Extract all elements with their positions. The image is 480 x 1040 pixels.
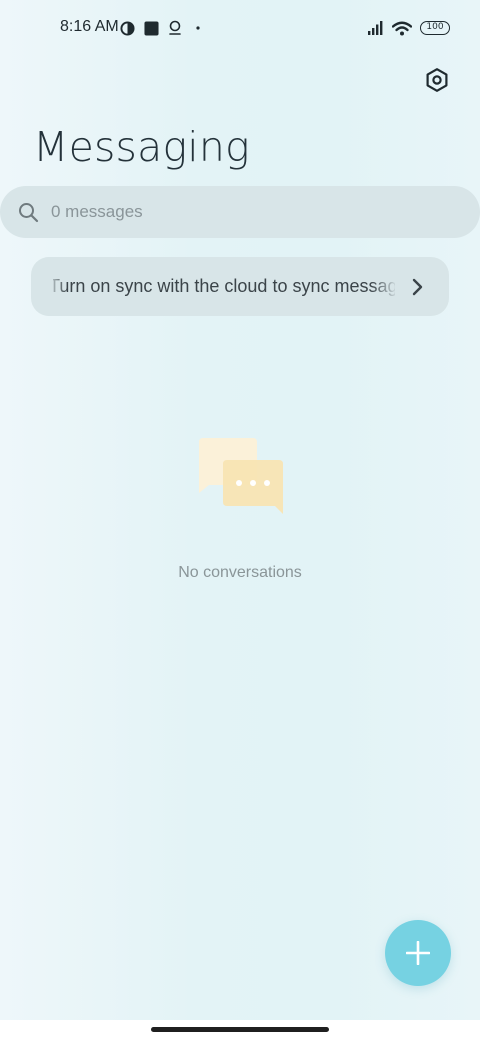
search-bar[interactable]: [0, 186, 480, 238]
signal-icon: [368, 21, 383, 35]
hexagon-settings-icon: [426, 68, 448, 92]
home-indicator[interactable]: [151, 1027, 329, 1032]
status-bar: 8:16 AM 100: [0, 0, 480, 56]
wifi-icon: [392, 21, 412, 35]
square-icon: [144, 20, 159, 36]
chevron-right-icon: [412, 278, 423, 296]
settings-button[interactable]: [424, 67, 450, 93]
search-input[interactable]: [51, 199, 431, 225]
status-notification-icons: [120, 18, 201, 38]
dot-icon: [196, 26, 200, 30]
status-system-icons: 100: [368, 18, 450, 38]
status-time: 8:16 AM: [60, 18, 119, 35]
search-icon: [19, 203, 39, 223]
sync-banner-text: Turn on sync with the cloud to sync mess…: [53, 276, 395, 296]
sync-banner[interactable]: Turn on sync with the cloud to sync mess…: [31, 257, 449, 316]
plus-icon: [406, 941, 430, 965]
chat-bubbles-icon: [199, 438, 283, 514]
new-message-button[interactable]: [385, 920, 451, 986]
page-title: Messaging: [33, 123, 250, 171]
location-pin-icon: [169, 20, 181, 35]
half-moon-icon: [120, 20, 135, 36]
empty-state-text: No conversations: [178, 564, 302, 581]
battery-icon: 100: [420, 21, 450, 35]
